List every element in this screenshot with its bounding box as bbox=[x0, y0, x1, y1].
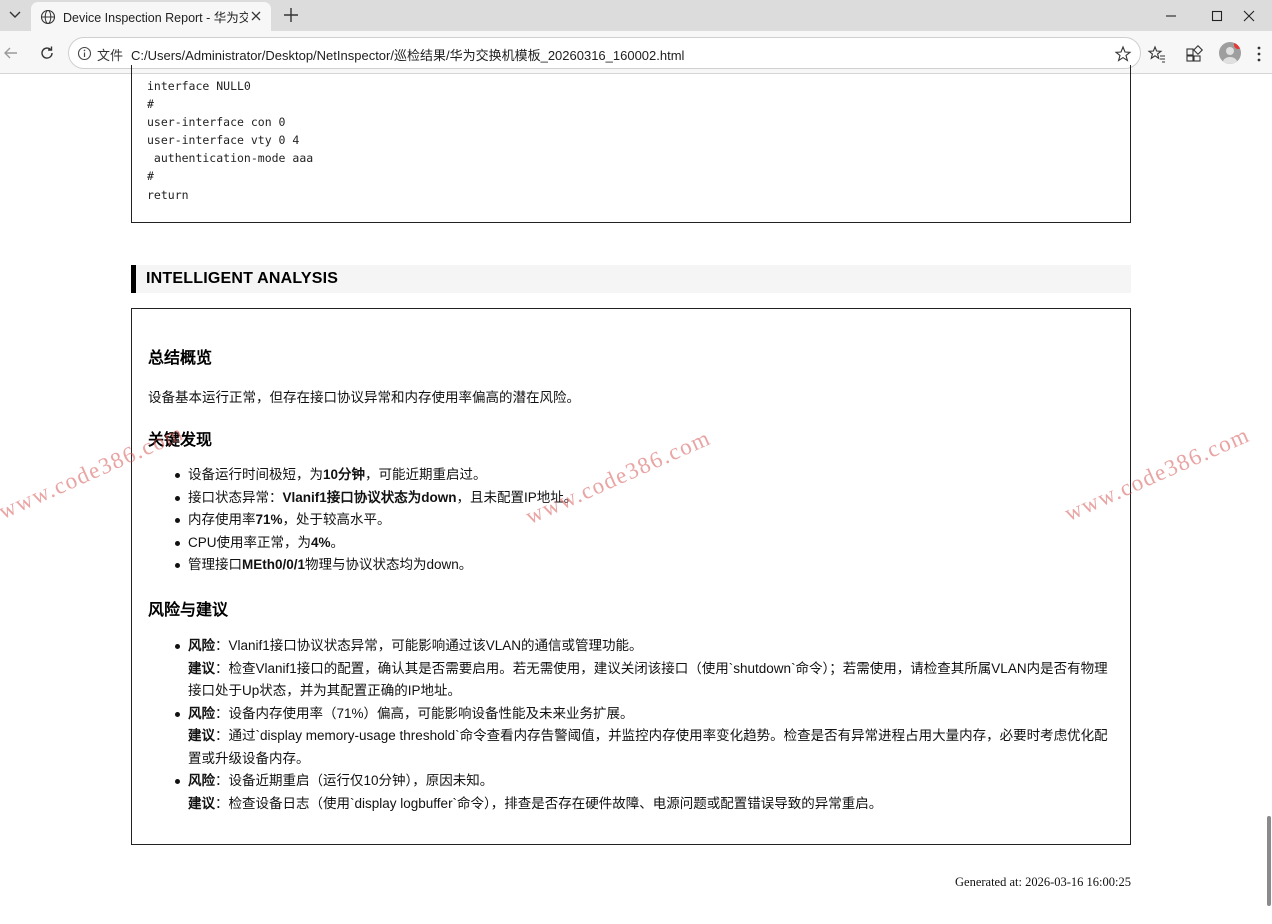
config-output-box: interface NULL0 # user-interface con 0 u… bbox=[131, 65, 1131, 223]
risks-heading: 风险与建议 bbox=[148, 602, 229, 619]
advice-line: 建议：检查设备日志（使用`display logbuffer`命令），排查是否存… bbox=[188, 795, 883, 811]
generated-timestamp: Generated at: 2026-03-16 16:00:25 bbox=[955, 875, 1131, 889]
collections-icon[interactable] bbox=[1184, 44, 1204, 64]
advice-line: 建议：通过`display memory-usage threshold`命令查… bbox=[188, 728, 1108, 766]
minimize-icon bbox=[1166, 14, 1176, 17]
minimize-button[interactable] bbox=[1148, 0, 1194, 31]
reload-icon bbox=[41, 46, 53, 59]
summary-text: 设备基本运行正常，但存在接口协议异常和内存使用率偏高的潜在风险。 bbox=[148, 390, 580, 405]
list-item: 接口状态异常：Vlanif1接口协议状态为down，且未配置IP地址。 bbox=[174, 487, 577, 510]
new-tab-icon[interactable] bbox=[281, 5, 301, 25]
arrow-left-icon bbox=[4, 47, 17, 59]
reload-button[interactable] bbox=[36, 42, 58, 64]
notification-dot bbox=[1234, 42, 1241, 49]
list-item: 设备运行时间极短，为10分钟，可能近期重启过。 bbox=[174, 464, 577, 487]
window-close-button[interactable] bbox=[1226, 0, 1272, 31]
chevron-down-icon bbox=[9, 11, 21, 18]
more-icon[interactable] bbox=[1256, 44, 1262, 64]
star-icon[interactable] bbox=[1114, 45, 1132, 63]
risk-line: 风险：Vlanif1接口协议状态异常，可能影响通过该VLAN的通信或管理功能。 bbox=[188, 638, 643, 653]
scrollbar-thumb[interactable] bbox=[1267, 816, 1271, 906]
config-text: interface NULL0 # user-interface con 0 u… bbox=[147, 79, 314, 202]
risk-line: 风险：设备近期重启（运行仅10分钟），原因未知。 bbox=[188, 773, 494, 788]
back-button[interactable] bbox=[0, 42, 22, 64]
close-icon[interactable] bbox=[249, 9, 263, 23]
list-item: 风险：Vlanif1接口协议状态异常，可能影响通过该VLAN的通信或管理功能。 … bbox=[175, 635, 1118, 703]
list-item: CPU使用率正常，为4%。 bbox=[174, 532, 577, 555]
section-title: INTELLIGENT ANALYSIS bbox=[146, 270, 339, 287]
page-content: interface NULL0 # user-interface con 0 u… bbox=[0, 65, 1272, 924]
list-item: 管理接口MEth0/0/1物理与协议状态均为down。 bbox=[174, 554, 577, 577]
list-item: 风险：设备内存使用率（71%）偏高，可能影响设备性能及未来业务扩展。 建议：通过… bbox=[175, 703, 1118, 771]
scheme-label: 文件 bbox=[97, 48, 124, 63]
close-icon bbox=[1243, 10, 1255, 21]
tab-list-button[interactable] bbox=[4, 5, 26, 25]
findings-list: 设备运行时间极短，为10分钟，可能近期重启过。 接口状态异常：Vlanif1接口… bbox=[174, 464, 577, 577]
summary-heading: 总结概览 bbox=[148, 350, 213, 367]
avatar[interactable] bbox=[1219, 42, 1241, 64]
maximize-icon bbox=[1211, 10, 1223, 21]
analysis-box: 总结概览 设备基本运行正常，但存在接口协议异常和内存使用率偏高的潜在风险。 关键… bbox=[131, 308, 1131, 845]
info-icon[interactable] bbox=[77, 46, 92, 61]
tab-active[interactable]: Device Inspection Report - 华为交换机模板_20260… bbox=[31, 2, 271, 31]
globe-icon bbox=[40, 9, 56, 24]
favorites-icon[interactable] bbox=[1147, 44, 1167, 64]
risk-line: 风险：设备内存使用率（71%）偏高，可能影响设备性能及未来业务扩展。 bbox=[188, 705, 634, 721]
tab-title: Device Inspection Report - 华为交换机模板_20260… bbox=[63, 11, 248, 25]
tab-strip: Device Inspection Report - 华为交换机模板_20260… bbox=[0, 0, 1272, 31]
list-item: 风险：设备近期重启（运行仅10分钟），原因未知。 建议：检查设备日志（使用`di… bbox=[175, 770, 1118, 815]
risks-list: 风险：Vlanif1接口协议状态异常，可能影响通过该VLAN的通信或管理功能。 … bbox=[175, 635, 1118, 815]
list-item: 内存使用率71%，处于较高水平。 bbox=[174, 509, 577, 532]
section-header: INTELLIGENT ANALYSIS bbox=[131, 265, 1131, 293]
findings-heading: 关键发现 bbox=[148, 432, 213, 449]
url-text[interactable]: C:/Users/Administrator/Desktop/NetInspec… bbox=[131, 45, 684, 64]
advice-line: 建议：检查Vlanif1接口的配置，确认其是否需要启用。若无需使用，建议关闭该接… bbox=[188, 660, 1108, 699]
